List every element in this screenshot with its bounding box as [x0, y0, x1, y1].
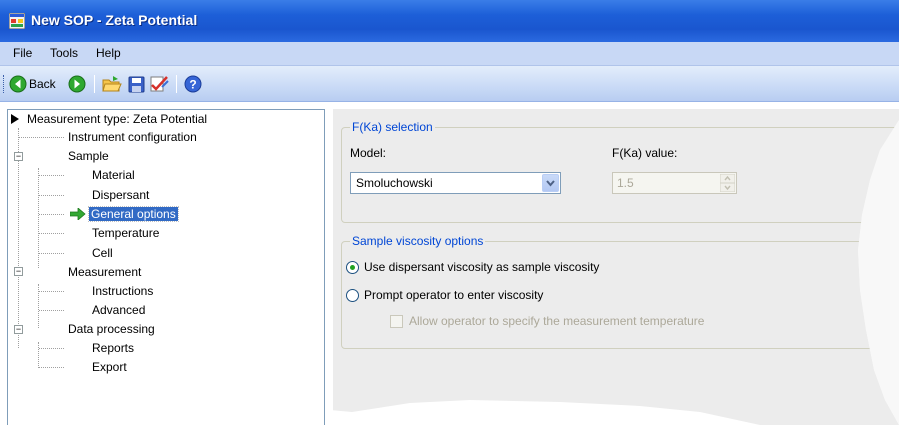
fka-value-label: F(Ka) value:: [612, 146, 678, 160]
tree-item-label: Temperature: [92, 226, 160, 240]
tree-item-root[interactable]: Measurement type: Zeta Potential: [11, 110, 209, 128]
tree-item-general-options[interactable]: General options: [70, 205, 179, 223]
toolbar-separator: [94, 75, 95, 93]
menu-file[interactable]: File: [13, 46, 32, 60]
tree-item-temperature[interactable]: Temperature: [90, 224, 161, 242]
tree-item-material[interactable]: Material: [90, 166, 137, 184]
options-panel: F(Ka) selection Model: Smoluchowski F(Ka…: [333, 109, 899, 425]
model-dropdown-value: Smoluchowski: [356, 176, 433, 190]
checkbox-allow-temperature: Allow operator to specify the measuremen…: [390, 314, 704, 328]
back-button[interactable]: Back: [9, 74, 56, 94]
menu-help[interactable]: Help: [96, 46, 121, 60]
tree-pointer-icon: [11, 114, 19, 124]
forward-arrow-icon: [68, 75, 86, 93]
menu-bar: File Tools Help: [0, 42, 899, 66]
tree-item-label: Material: [92, 168, 135, 182]
toolbar: Back ?: [0, 66, 899, 102]
tree-item-cell[interactable]: Cell: [90, 244, 115, 262]
title-bar[interactable]: New SOP - Zeta Potential: [0, 0, 899, 42]
model-label: Model:: [350, 146, 387, 160]
tree-item-label: Sample: [68, 149, 109, 163]
back-label: Back: [29, 77, 56, 91]
radio-use-dispersant-viscosity[interactable]: Use dispersant viscosity as sample visco…: [346, 260, 599, 274]
viscosity-group-title: Sample viscosity options: [350, 234, 486, 248]
expander-sample[interactable]: −: [14, 152, 23, 161]
tree-connector: [39, 214, 64, 215]
tree-item-measurement[interactable]: Measurement: [66, 263, 143, 281]
app-icon: [9, 13, 25, 29]
save-disk-icon: [128, 76, 145, 92]
open-button[interactable]: [102, 74, 122, 94]
tree-item-label: Measurement: [68, 265, 142, 279]
fka-value-spinner: 1.5: [612, 172, 737, 194]
tree-connector: [39, 291, 64, 292]
sop-window: New SOP - Zeta Potential File Tools Help…: [0, 0, 899, 425]
radio-button[interactable]: [346, 288, 359, 302]
checkbox-label: Allow operator to specify the measuremen…: [409, 314, 705, 328]
help-button[interactable]: ?: [184, 74, 202, 94]
expander-measurement[interactable]: −: [14, 267, 23, 276]
spinner-arrows-icon: [720, 174, 735, 192]
tree-connector: [39, 348, 64, 349]
tree-item-label: Advanced: [92, 303, 146, 317]
checkbox-box: [390, 314, 403, 328]
tree-item-export[interactable]: Export: [90, 358, 129, 376]
model-dropdown[interactable]: Smoluchowski: [350, 172, 561, 194]
tree-item-advanced[interactable]: Advanced: [90, 301, 147, 319]
radio-label: Use dispersant viscosity as sample visco…: [364, 260, 600, 274]
forward-button[interactable]: [68, 74, 86, 94]
tree-item-label: Data processing: [68, 322, 155, 336]
fka-group-title: F(Ka) selection: [350, 120, 435, 134]
open-folder-icon: [102, 76, 122, 92]
menu-tools[interactable]: Tools: [50, 46, 78, 60]
current-arrow-icon: [70, 208, 86, 220]
radio-button-checked[interactable]: [346, 260, 359, 274]
dropdown-button[interactable]: [542, 174, 559, 192]
tree-item-dispersant[interactable]: Dispersant: [90, 186, 151, 204]
tree-connector: [39, 175, 64, 176]
radio-prompt-operator-viscosity[interactable]: Prompt operator to enter viscosity: [346, 288, 543, 302]
tree-item-label: General options: [88, 206, 179, 222]
tree-item-sample[interactable]: Sample: [66, 147, 111, 165]
tree-item-label: Dispersant: [92, 188, 150, 202]
tree-item-reports[interactable]: Reports: [90, 339, 136, 357]
tree-item-label: Instrument configuration: [68, 130, 197, 144]
fka-selection-group: F(Ka) selection Model: Smoluchowski F(Ka…: [341, 120, 899, 223]
tree-connector: [18, 128, 19, 348]
toolbar-grip[interactable]: [3, 75, 6, 93]
help-icon: ?: [184, 75, 202, 93]
tree-connector: [39, 253, 64, 254]
fka-value-text: 1.5: [617, 176, 634, 190]
tree-item-label: Instructions: [92, 284, 154, 298]
expander-data-processing[interactable]: −: [14, 325, 23, 334]
window-title: New SOP - Zeta Potential: [31, 12, 198, 28]
tree-connector: [39, 310, 64, 311]
tree-connector: [39, 367, 64, 368]
tree-root-label: Measurement type: Zeta Potential: [27, 112, 208, 126]
tree-item-data-processing[interactable]: Data processing: [66, 320, 157, 338]
tree-item-instrument-configuration[interactable]: Instrument configuration: [66, 128, 199, 146]
tree-item-instructions[interactable]: Instructions: [90, 282, 155, 300]
edit-check-icon: [150, 76, 169, 92]
tree-connector: [39, 195, 64, 196]
tree-item-label: Export: [92, 360, 127, 374]
viscosity-options-group: Sample viscosity options Use dispersant …: [341, 234, 899, 349]
tree-connector: [38, 342, 39, 368]
chevron-down-icon: [546, 180, 555, 187]
tree-item-label: Reports: [92, 341, 135, 355]
edit-button[interactable]: [150, 74, 170, 94]
save-button[interactable]: [128, 74, 145, 94]
tree-item-label: Cell: [92, 246, 113, 260]
back-arrow-icon: [9, 75, 27, 93]
toolbar-separator: [176, 75, 177, 93]
tree-connector: [19, 137, 64, 138]
tree-connector: [39, 233, 64, 234]
radio-label: Prompt operator to enter viscosity: [364, 288, 544, 302]
sop-tree[interactable]: − − − Measurement type: Zeta Potential I…: [7, 109, 325, 425]
svg-text:?: ?: [189, 78, 196, 92]
